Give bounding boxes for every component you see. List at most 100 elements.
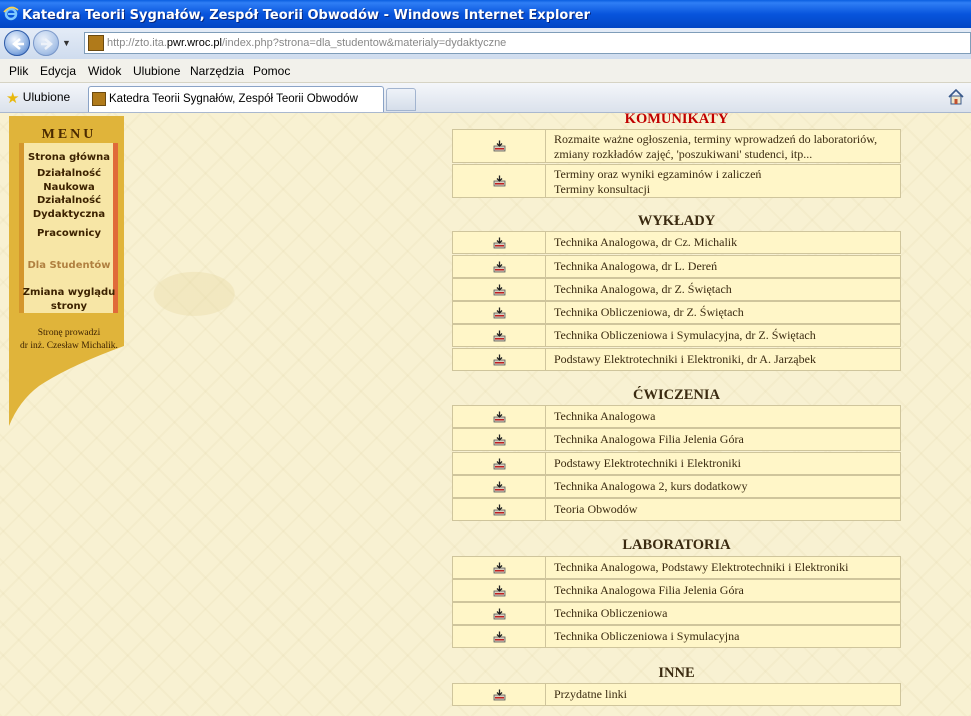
download-cell: [453, 302, 546, 323]
row-label: Technika Obliczeniowa, dr Z. Świętach: [554, 305, 744, 319]
table-row[interactable]: Przydatne linki: [452, 683, 901, 706]
download-icon[interactable]: [493, 631, 506, 643]
download-cell: [453, 684, 546, 705]
row-label: Rozmaite ważne ogłoszenia, terminy wprow…: [554, 132, 878, 161]
download-icon[interactable]: [493, 354, 506, 366]
window-title-bar: Katedra Teorii Sygnałów, Zespół Teorii O…: [0, 0, 971, 28]
download-cell: [453, 130, 546, 162]
download-cell: [453, 603, 546, 624]
download-icon[interactable]: [493, 411, 506, 423]
download-icon[interactable]: [493, 261, 506, 273]
table-row[interactable]: Technika Analogowa Filia Jelenia Góra: [452, 428, 901, 451]
table-row[interactable]: Technika Analogowa, Podstawy Elektrotech…: [452, 556, 901, 579]
row-label: Technika Analogowa Filia Jelenia Góra: [554, 432, 744, 446]
table-row[interactable]: Podstawy Elektrotechniki i Elektroniki, …: [452, 348, 901, 371]
row-label: Przydatne linki: [554, 687, 627, 701]
download-icon[interactable]: [493, 307, 506, 319]
table-row[interactable]: Rozmaite ważne ogłoszenia, terminy wprow…: [452, 129, 901, 163]
table-row[interactable]: Technika Analogowa: [452, 405, 901, 428]
url-domain: pwr.wroc.pl: [166, 37, 222, 49]
star-icon: ★: [6, 90, 20, 107]
section-title-wyklady: WYKŁADY: [637, 213, 716, 229]
row-label: Terminy oraz wyniki egzaminów i zaliczeń…: [554, 167, 762, 196]
table-row[interactable]: Technika Obliczeniowa: [452, 602, 901, 625]
table-row[interactable]: Technika Analogowa Filia Jelenia Góra: [452, 579, 901, 602]
sidebar-item-dla-studentow[interactable]: Dla Studentów: [9, 259, 129, 273]
download-cell: [453, 580, 546, 601]
table-row[interactable]: Terminy oraz wyniki egzaminów i zaliczeń…: [452, 164, 901, 198]
menu-edycja[interactable]: Edycja: [40, 64, 76, 78]
table-row[interactable]: Technika Analogowa 2, kurs dodatkowy: [452, 475, 901, 498]
site-favicon: [88, 35, 104, 51]
row-label: Technika Analogowa, dr Z. Świętach: [554, 282, 732, 296]
download-cell: [453, 406, 546, 427]
sidebar-item-strona-glowna[interactable]: Strona główna: [9, 151, 129, 165]
download-icon[interactable]: [493, 434, 506, 446]
menu-ulubione[interactable]: Ulubione: [133, 64, 180, 78]
download-icon[interactable]: [493, 585, 506, 597]
download-icon[interactable]: [493, 689, 506, 701]
favorites-button[interactable]: ★ Ulubione: [6, 89, 70, 107]
row-label: Podstawy Elektrotechniki i Elektroniki: [554, 456, 741, 470]
download-icon[interactable]: [493, 458, 506, 470]
row-label: Technika Analogowa, dr L. Dereń: [554, 259, 718, 273]
table-row[interactable]: Technika Analogowa, dr Cz. Michalik: [452, 231, 901, 254]
sidebar-item-zmiana-wygladu[interactable]: Zmiana wyglądu strony: [9, 286, 129, 313]
forward-arrow-icon: [41, 38, 53, 50]
menu-plik[interactable]: Plik: [9, 64, 28, 78]
row-label: Podstawy Elektrotechniki i Elektroniki, …: [554, 352, 816, 366]
tab-title: Katedra Teorii Sygnałów, Zespół Teorii O…: [109, 93, 358, 105]
menu-narzedzia[interactable]: Narzędzia: [190, 64, 244, 78]
forward-button[interactable]: [33, 30, 59, 56]
download-icon[interactable]: [493, 608, 506, 620]
url-prefix: http://zto.ita.: [107, 37, 167, 49]
section-title-inne: INNE: [658, 665, 695, 681]
tab-active[interactable]: Katedra Teorii Sygnałów, Zespół Teorii O…: [88, 86, 384, 112]
row-label: Technika Analogowa, dr Cz. Michalik: [554, 235, 738, 249]
row-label: Technika Analogowa Filia Jelenia Góra: [554, 583, 744, 597]
download-icon[interactable]: [493, 140, 506, 152]
row-label: Technika Analogowa: [554, 409, 656, 423]
menu-bar: Plik Edycja Widok Ulubione Narzędzia Pom…: [0, 59, 971, 83]
sidebar-item-dzialalnosc-naukowa[interactable]: Działalność Naukowa: [9, 167, 129, 194]
row-label: Technika Analogowa 2, kurs dodatkowy: [554, 479, 748, 493]
row-label: Technika Obliczeniowa i Symulacyjna: [554, 629, 740, 643]
sidebar-item-dzialalnosc-dydaktyczna[interactable]: Działalność Dydaktyczna: [9, 194, 129, 221]
sidebar-item-pracownicy[interactable]: Pracownicy: [9, 227, 129, 241]
sidebar-menu: MENU Strona główna Działalność Naukowa D…: [9, 116, 124, 426]
row-label: Technika Obliczeniowa: [554, 606, 668, 620]
download-icon[interactable]: [493, 330, 506, 342]
download-icon[interactable]: [493, 504, 506, 516]
download-cell: [453, 232, 546, 253]
table-row[interactable]: Technika Analogowa, dr L. Dereń: [452, 255, 901, 278]
download-icon[interactable]: [493, 562, 506, 574]
table-row[interactable]: Technika Obliczeniowa i Symulacyjna, dr …: [452, 324, 901, 347]
favorites-label: Ulubione: [22, 90, 71, 104]
page-content: MENU Strona główna Działalność Naukowa D…: [0, 113, 971, 716]
download-cell: [453, 279, 546, 300]
menu-pomoc[interactable]: Pomoc: [253, 64, 290, 78]
row-label: Technika Analogowa, Podstawy Elektrotech…: [554, 560, 849, 574]
window-title: Katedra Teorii Sygnałów, Zespół Teorii O…: [22, 8, 591, 23]
download-icon[interactable]: [493, 237, 506, 249]
history-dropdown-icon[interactable]: ▼: [62, 38, 71, 48]
url-input[interactable]: http://zto.ita.pwr.wroc.pl/index.php?str…: [84, 32, 971, 54]
row-label: Teoria Obwodów: [554, 502, 638, 516]
table-row[interactable]: Technika Obliczeniowa i Symulacyjna: [452, 625, 901, 648]
table-row[interactable]: Technika Obliczeniowa, dr Z. Świętach: [452, 301, 901, 324]
download-cell: [453, 476, 546, 497]
download-icon[interactable]: [493, 284, 506, 296]
menu-widok[interactable]: Widok: [88, 64, 121, 78]
table-row[interactable]: Technika Analogowa, dr Z. Świętach: [452, 278, 901, 301]
new-tab-button[interactable]: [386, 88, 416, 111]
table-row[interactable]: Podstawy Elektrotechniki i Elektroniki: [452, 452, 901, 475]
tab-bar: ★ Ulubione Katedra Teorii Sygnałów, Zesp…: [0, 83, 971, 113]
table-row[interactable]: Teoria Obwodów: [452, 498, 901, 521]
download-cell: [453, 349, 546, 370]
download-icon[interactable]: [493, 175, 506, 187]
back-button[interactable]: [4, 30, 30, 56]
url-suffix: /index.php?strona=dla_studentow&material…: [221, 37, 507, 49]
home-icon[interactable]: [947, 88, 965, 106]
download-cell: [453, 499, 546, 520]
download-icon[interactable]: [493, 481, 506, 493]
